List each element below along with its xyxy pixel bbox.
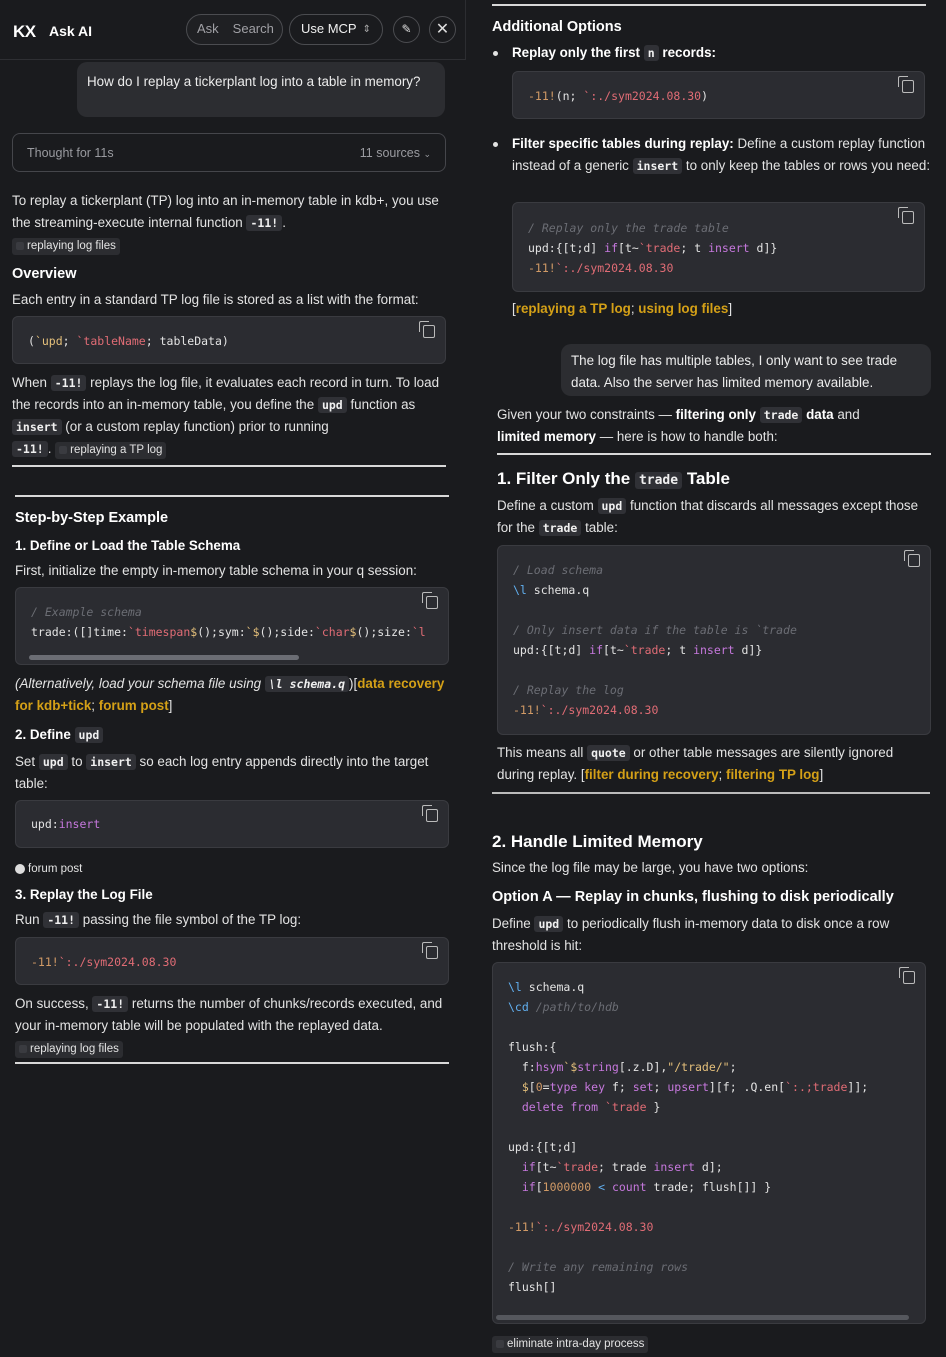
divider [492,792,930,794]
copy-icon[interactable] [898,207,914,224]
step1-heading: 1. Define or Load the Table Schema [15,538,241,553]
means-text: This means all quote or other table mess… [497,745,894,782]
thought-label: Thought for 11s [27,145,114,160]
bullet [493,51,498,56]
additional-options-heading: Additional Options [492,19,622,35]
link-forum-post[interactable]: forum post [99,698,169,713]
edit-icon: ✎ [401,21,412,36]
bullet [493,142,498,147]
link-replaying-tp-log[interactable]: replaying a TP log [516,301,631,316]
citation-links: [replaying a TP log; using log files] [512,301,733,316]
link-filtering-tp-log[interactable]: filtering TP log [726,767,820,782]
horizontal-scrollbar[interactable] [29,655,299,660]
divider [15,1062,449,1064]
step3-heading: 3. Replay the Log File [15,887,153,902]
close-icon: ✕ [435,20,450,38]
optionA-heading: Option A — Replay in chunks, flushing to… [492,889,894,905]
filter-heading: 1. Filter Only the trade Table [497,469,730,489]
overview-text: Each entry in a standard TP log file is … [12,292,419,307]
citation-chip[interactable]: replaying a TP log [55,442,167,459]
overview-heading: Overview [12,266,77,282]
memory-text: Since the log file may be large, you hav… [492,860,809,875]
citation-chip[interactable]: eliminate intra-day process [492,1332,649,1353]
horizontal-scrollbar[interactable] [496,1315,909,1320]
intro-text: To replay a tickerplant (TP) log into an… [12,190,452,256]
steps-heading: Step-by-Step Example [15,510,169,526]
kx-logo: KX [13,22,36,41]
toggle-ask[interactable]: Ask [191,17,225,42]
constraints-text: Given your two constraints — filtering o… [497,407,860,444]
option1-text: Replay only the first n records: [512,45,716,61]
copy-icon[interactable] [422,592,438,609]
code-block-upd: upd:insert [15,800,449,848]
use-mcp-select[interactable]: Use MCP ⇕ [289,14,383,45]
citation-chip[interactable]: forum post [15,857,82,878]
success-text: On success, -11! returns the number of c… [15,993,455,1059]
forum-icon [15,863,25,874]
citation-chip[interactable]: replaying log files [15,1041,123,1058]
divider [15,495,449,497]
divider [492,4,926,6]
chevron-down-icon: ⌄ [423,148,431,159]
close-button[interactable]: ✕ [429,16,456,43]
divider [497,453,931,455]
chat-panel: KX Ask AI Ask Search Use MCP ⇕ ✎ ✕ How do… [0,0,466,1357]
optionA-text: Define upd to periodically flush in-memo… [492,916,890,953]
ask-search-toggle[interactable]: Ask Search [186,14,283,45]
code-block-first-n: -11!(n; `:./sym2024.08.30) [512,71,925,119]
alt-text: (Alternatively, load your schema file us… [15,676,445,713]
citation-chip[interactable]: replaying log files [12,238,120,255]
copy-icon[interactable] [904,550,920,567]
code-block-format: (`upd; `tableName; tableData) [12,316,446,364]
copy-icon[interactable] [422,942,438,959]
step2-heading: 2. Define upd [15,724,104,745]
option2-text: Filter specific tables during replay: De… [512,136,931,174]
user-message: How do I replay a tickerplant log into a… [77,62,445,117]
link-filter-during-recovery[interactable]: filter during recovery [585,767,719,782]
step2-text: Set upd to insert so each log entry appe… [15,754,429,791]
panel-header: KX Ask AI Ask Search Use MCP ⇕ ✎ ✕ [0,0,466,60]
updown-chevron-icon: ⇕ [362,23,371,35]
step3-text: Run -11! passing the file symbol of the … [15,912,302,928]
header-divider [0,59,466,60]
copy-icon[interactable] [898,76,914,93]
copy-icon[interactable] [899,967,915,984]
link-using-log-files[interactable]: using log files [638,301,728,316]
filter-text: Define a custom upd function that discar… [497,498,919,536]
code-block-replay: -11!`:./sym2024.08.30 [15,937,449,985]
sources-count: 11 sources [359,145,420,160]
inline-code: -11! [246,215,283,231]
mcp-label: Use MCP [300,21,357,37]
step1-text: First, initialize the empty in-memory ta… [15,563,417,578]
when-text: When -11! replays the log file, it evalu… [12,372,452,460]
code-block-schema: / Example schema trade:([]time:`timespan… [15,587,449,665]
new-chat-button[interactable]: ✎ [393,16,420,43]
memory-heading: 2. Handle Limited Memory [492,832,703,851]
code-block-filter-replay: / Replay only the trade table upd:{[t;d]… [512,202,925,292]
copy-icon[interactable] [422,805,438,822]
code-block-flush: \l schema.q \cd /path/to/hdb flush:{ f:h… [492,962,926,1324]
toggle-search[interactable]: Search [227,17,280,42]
panel-title: Ask AI [49,23,93,39]
user-message: The log file has multiple tables, I only… [561,344,931,396]
thought-disclosure[interactable]: Thought for 11s 11 sources ⌄ [12,133,446,172]
copy-icon[interactable] [419,321,435,338]
column-separator [465,0,466,60]
code-block-filter: / Load schema \l schema.q / Only insert … [497,545,931,735]
divider [12,465,446,467]
